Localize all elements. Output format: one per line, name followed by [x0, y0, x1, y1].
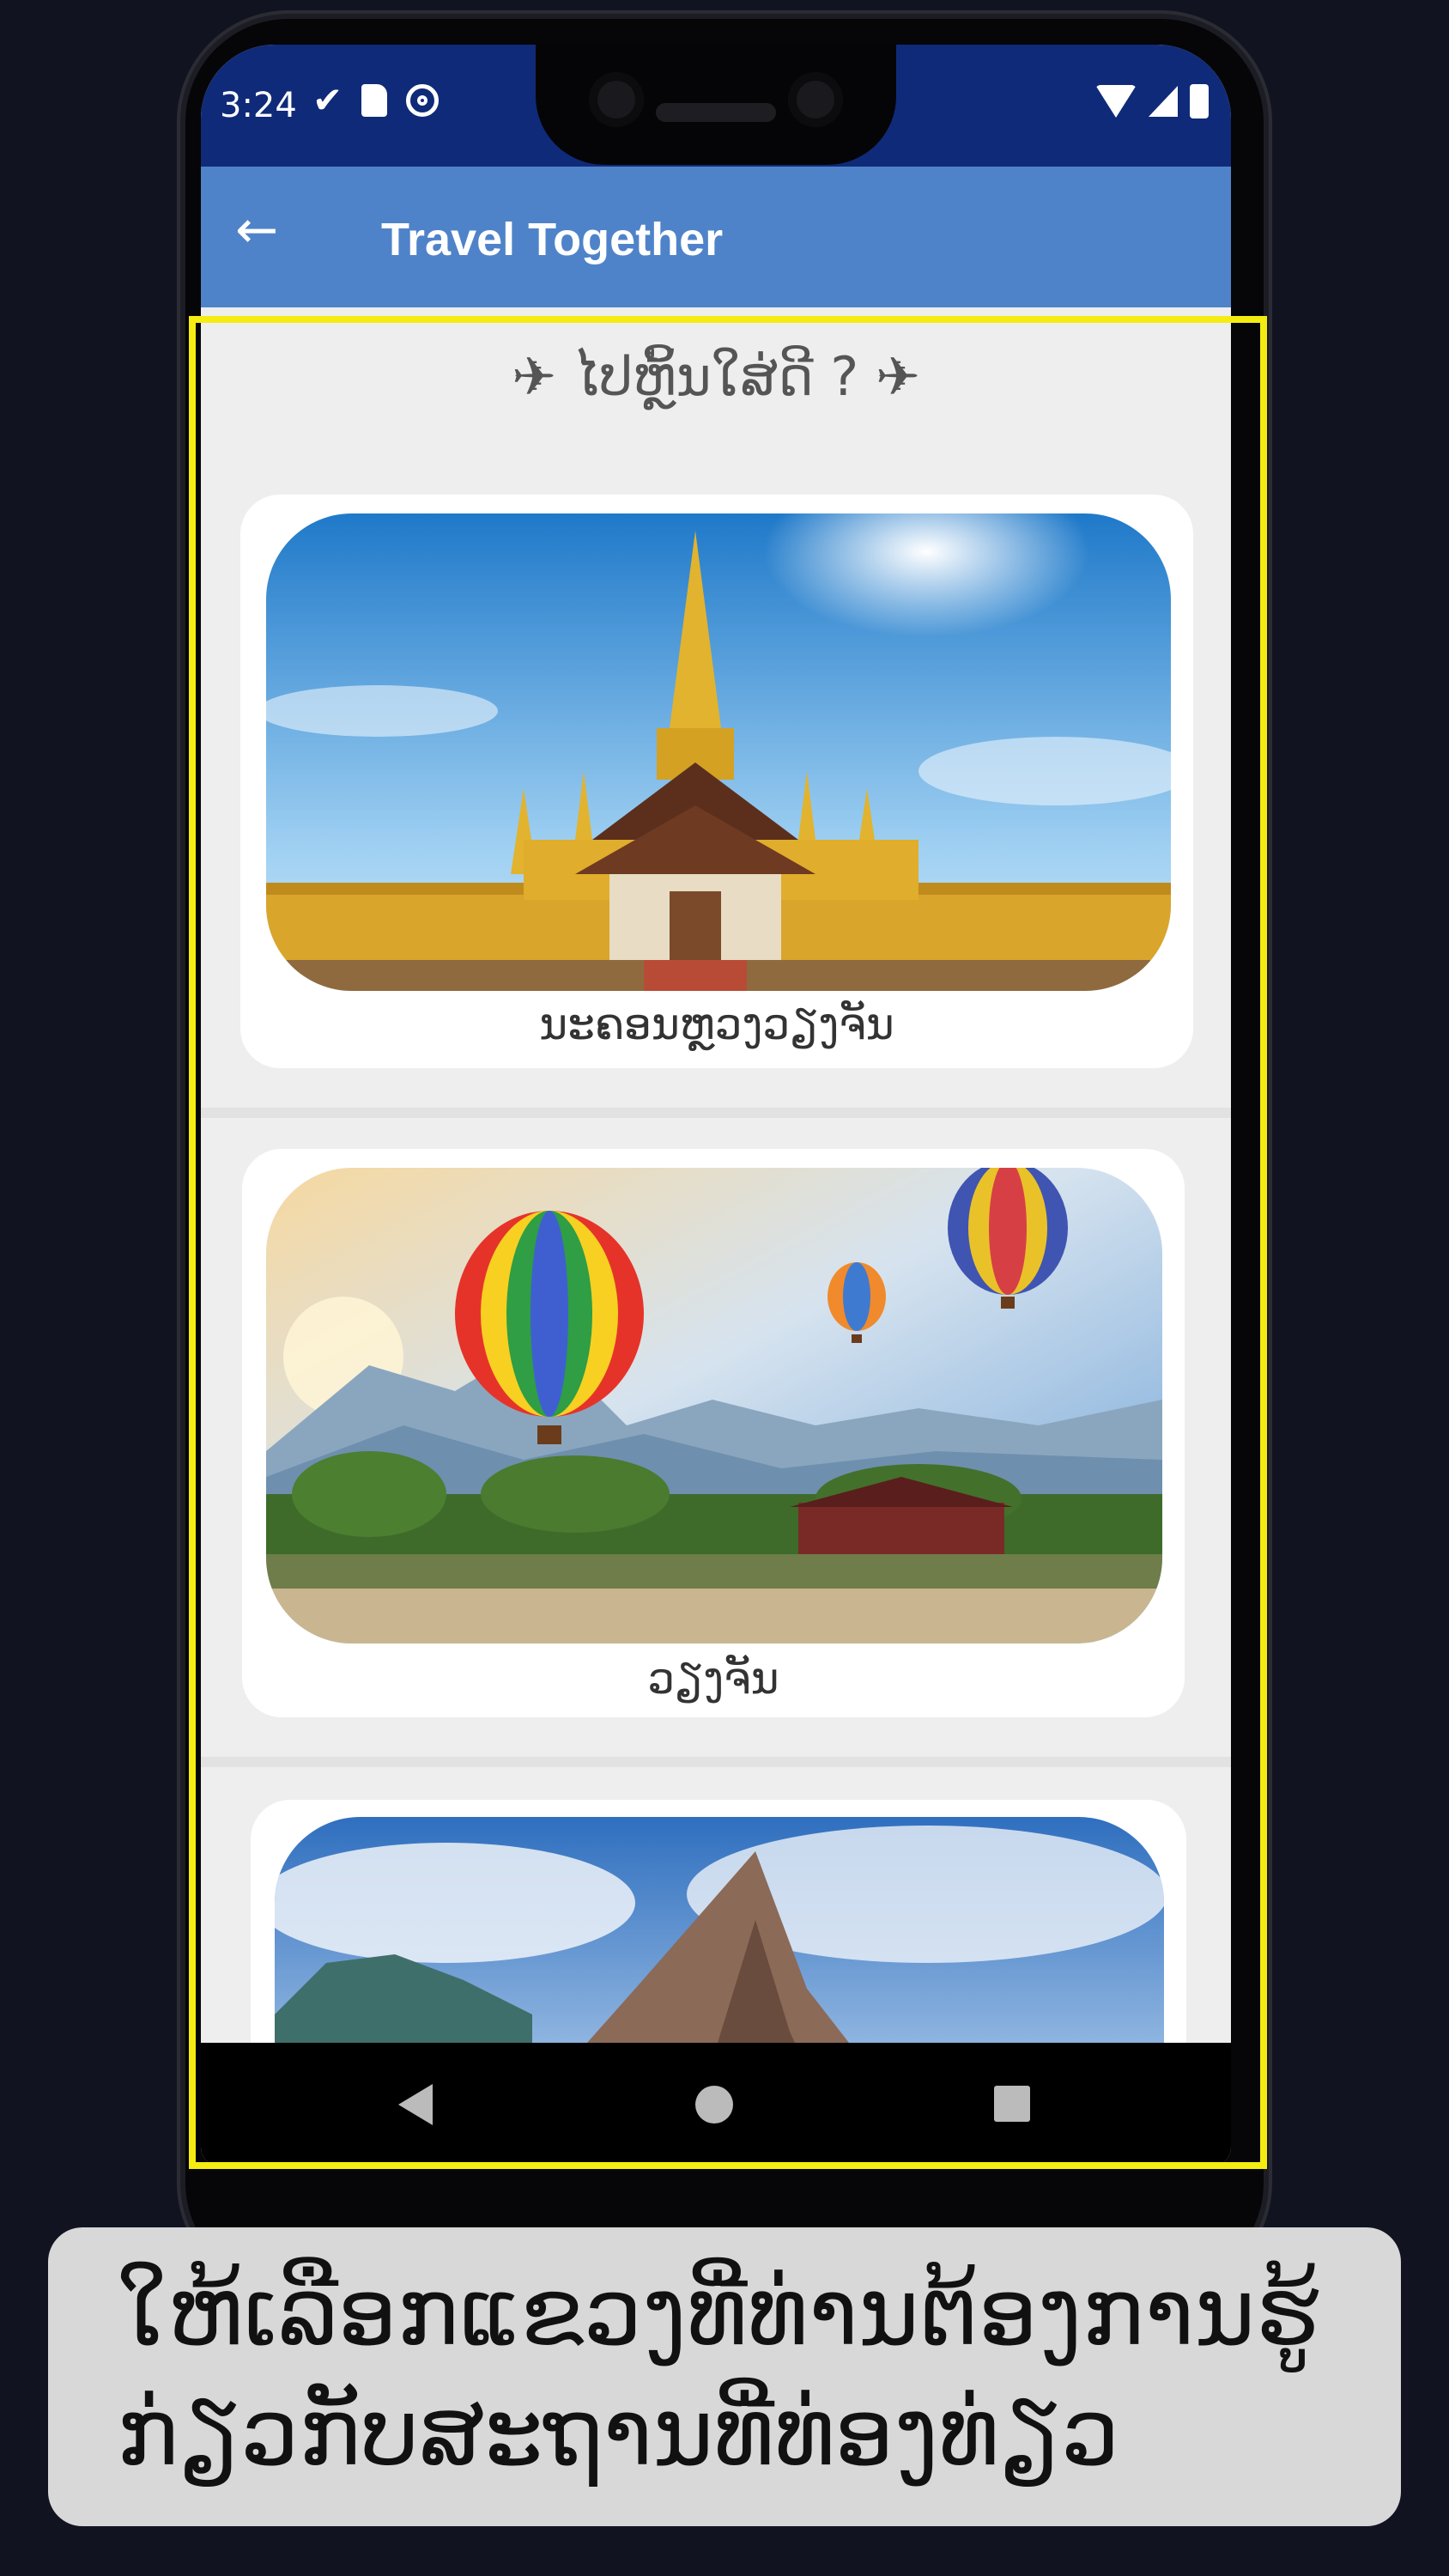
instruction-text: ໃຫ້ເລືອກແຂວງທີ່ທ່ານຕ້ອງການຮູ້ ກ່ຽວກັບສະຖ…: [117, 2253, 1370, 2494]
highlight-frame: [189, 316, 1267, 2169]
speaker-grille: [656, 103, 776, 122]
app-bar: ← Travel Together: [201, 167, 1231, 307]
instruction-line-2: ກ່ຽວກັບສະຖານທີ່ທ່ອງທ່ຽວ: [117, 2379, 1120, 2487]
camera-icon: [788, 72, 843, 127]
back-arrow-icon[interactable]: ←: [235, 204, 278, 256]
check-icon: ✔: [312, 79, 343, 121]
camera-icon: [589, 72, 644, 127]
status-time: 3:24: [220, 86, 297, 125]
instruction-box: ໃຫ້ເລືອກແຂວງທີ່ທ່ານຕ້ອງການຮູ້ ກ່ຽວກັບສະຖ…: [48, 2227, 1401, 2526]
wifi-icon: [1095, 85, 1137, 118]
app-title: Travel Together: [381, 214, 724, 265]
sync-icon: [406, 84, 440, 117]
signal-icon: [1149, 86, 1178, 117]
instruction-line-1: ໃຫ້ເລືອກແຂວງທີ່ທ່ານຕ້ອງການຮູ້: [117, 2259, 1319, 2366]
sd-card-icon: [361, 84, 388, 117]
battery-icon: [1190, 84, 1209, 118]
camera-notch: [536, 45, 896, 165]
